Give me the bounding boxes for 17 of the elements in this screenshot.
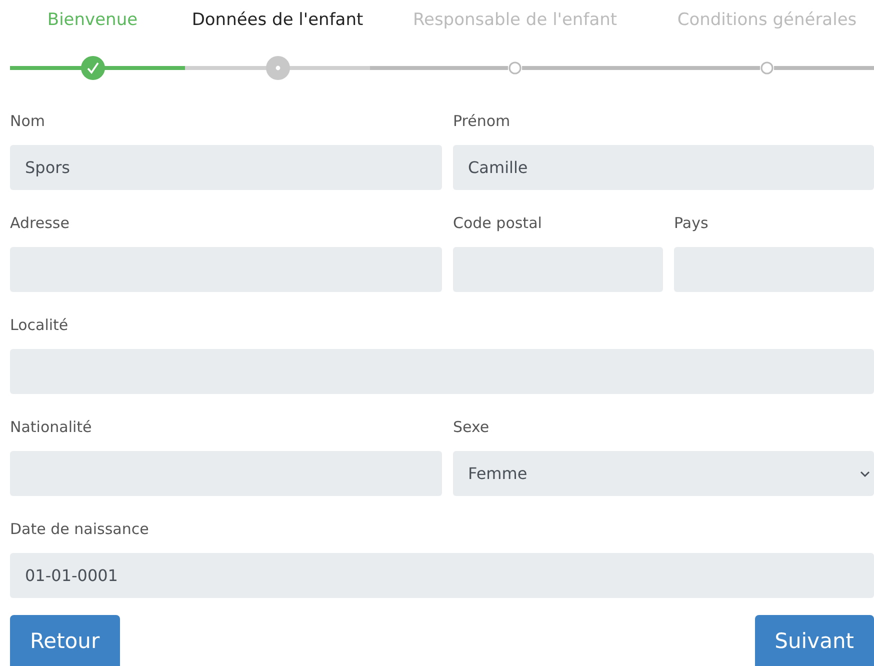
field-label: Prénom [453, 112, 512, 130]
input-field[interactable]: Spors [10, 145, 442, 190]
chevron-down-icon [860, 470, 870, 478]
field-label: Sexe [453, 418, 490, 436]
field-label: Date de naissance [10, 520, 150, 538]
input-field[interactable]: Camille [453, 145, 874, 190]
step-label[interactable]: Données de l'enfant [192, 10, 364, 36]
field-label: Adresse [10, 214, 70, 232]
input-field[interactable]: 01-01-0001 [10, 553, 874, 598]
select-field[interactable]: Femme [453, 451, 874, 496]
next-button[interactable]: Suivant [754, 615, 874, 666]
field-label: Nom [10, 112, 46, 130]
field-label: Pays [674, 214, 710, 232]
back-button[interactable]: Retour [10, 615, 120, 666]
field-label: Nationalité [10, 418, 93, 436]
field-label: Localité [10, 316, 70, 334]
field-label: Code postal [453, 214, 543, 232]
